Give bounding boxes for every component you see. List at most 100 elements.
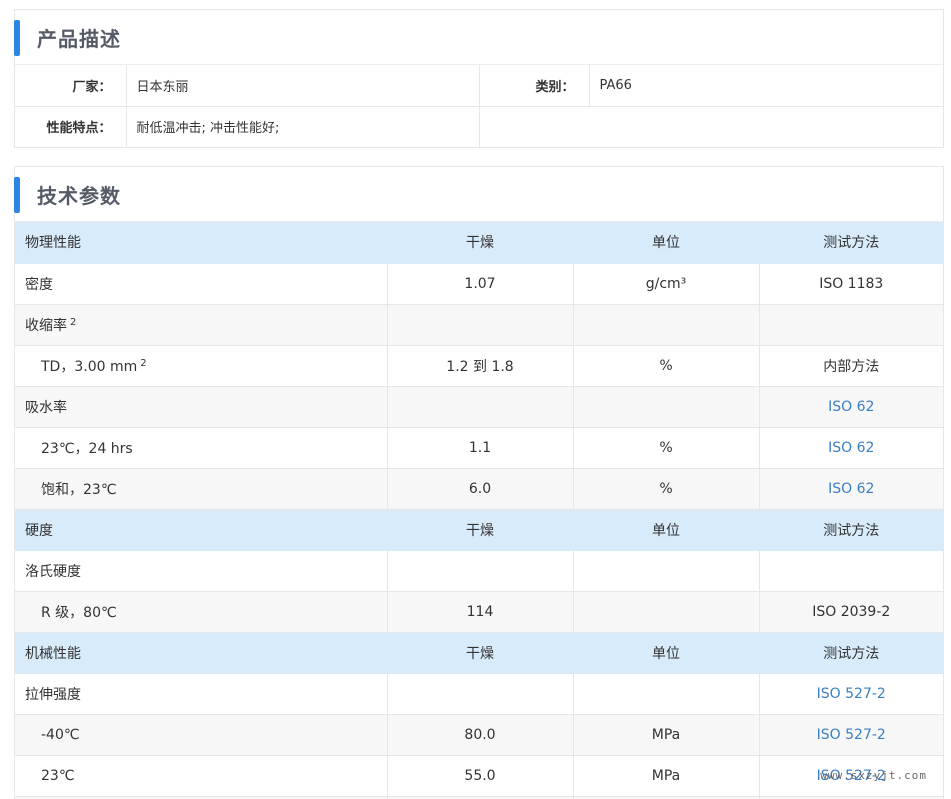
test-method-cell: 测试方法	[759, 632, 943, 674]
dry-value-cell: 干燥	[387, 509, 574, 551]
test-method-text[interactable]: ISO 527-2	[817, 727, 886, 743]
unit-cell	[573, 304, 760, 346]
description-table: 厂家： 日本东丽 类别： PA66 性能特点： 耐低温冲击; 冲击性能好;	[15, 65, 943, 147]
test-method-cell[interactable]: ISO 62	[759, 427, 943, 469]
property-cell: 拉伸强度	[15, 673, 388, 715]
section-header: 产品描述	[14, 10, 943, 65]
test-method-text[interactable]: ISO 527-2	[817, 686, 886, 702]
test-method-text: ISO 2039-2	[812, 603, 891, 620]
table-group-header: 物理性能 干燥 单位 测试方法	[15, 222, 943, 264]
test-method-text[interactable]: ISO 62	[828, 481, 874, 497]
dry-value-cell	[387, 386, 574, 428]
table-row: 密度 1.07 g/cm³ ISO 1183	[15, 263, 943, 305]
property-cell: 物理性能	[15, 222, 388, 264]
dry-value-cell: 55.0	[387, 755, 574, 797]
category-value: PA66	[589, 65, 943, 107]
dry-value-cell	[387, 550, 574, 592]
test-method-cell[interactable]: ISO 527-2	[759, 714, 943, 756]
test-method-cell[interactable]: ISO 527-2	[759, 673, 943, 715]
test-method-text[interactable]: ISO 62	[828, 399, 874, 415]
dry-value-text: 114	[466, 603, 494, 620]
table-group-header: 机械性能 干燥 单位 测试方法	[15, 632, 943, 674]
property-cell: 收缩率 2	[15, 304, 388, 346]
technical-parameters-panel: 技术参数 物理性能 干燥 单位 测试方法 密度 1.07 g/cm³ ISO 1183 收缩率 2…	[14, 166, 944, 799]
unit-text: %	[659, 439, 673, 456]
table-row: 收缩率 2	[15, 304, 943, 346]
unit-cell: MPa	[573, 755, 760, 797]
unit-cell	[573, 591, 760, 633]
unit-cell	[573, 386, 760, 428]
property-text: 吸水率	[25, 399, 67, 416]
features-label: 性能特点：	[15, 106, 127, 147]
test-method-cell	[759, 550, 943, 592]
property-cell: 密度	[15, 263, 388, 305]
unit-cell: 单位	[573, 509, 760, 551]
unit-text: MPa	[651, 726, 681, 743]
property-cell: 23℃，24 hrs	[15, 427, 388, 469]
test-method-cell[interactable]: ISO 62	[759, 468, 943, 510]
section-accent-bar	[14, 177, 20, 213]
footnote-marker: 2	[70, 316, 77, 328]
unit-text: 单位	[652, 235, 680, 252]
test-method-cell: ISO 2039-2	[759, 591, 943, 633]
unit-cell	[573, 550, 760, 592]
property-text: 密度	[25, 276, 53, 293]
dry-value-cell: 1.07	[387, 263, 574, 305]
property-text: TD，3.00 mm	[41, 358, 138, 375]
dry-value-text: 1.07	[464, 275, 496, 292]
table-row: 23℃，24 hrs 1.1% ISO 62	[15, 427, 943, 469]
property-cell: 硬度	[15, 509, 388, 551]
section-header: 技术参数	[14, 167, 943, 222]
dry-value-cell: 1.2 到 1.8	[387, 345, 574, 387]
dry-value-text: 1.2 到 1.8	[446, 358, 514, 375]
property-cell: TD，3.00 mm 2	[15, 345, 388, 387]
unit-cell	[573, 673, 760, 715]
test-method-cell: 测试方法	[759, 222, 943, 264]
unit-cell: %	[573, 468, 760, 510]
unit-text: MPa	[651, 767, 681, 784]
property-cell: -40℃	[15, 714, 388, 756]
test-method-text: 内部方法	[823, 358, 880, 375]
section-title: 技术参数	[37, 184, 121, 208]
table-row: TD，3.00 mm 2 1.2 到 1.8% 内部方法	[15, 345, 943, 387]
test-method-text: 测试方法	[823, 645, 880, 662]
table-row: 拉伸强度 ISO 527-2	[15, 673, 943, 715]
property-cell: 吸水率	[15, 386, 388, 428]
dry-value-cell: 80.0	[387, 714, 574, 756]
test-method-cell: ISO 1183	[759, 263, 943, 305]
table-row: R 级，80℃ 114 ISO 2039-2	[15, 591, 943, 633]
unit-text: 单位	[652, 645, 680, 662]
property-text: 硬度	[25, 522, 53, 539]
property-text: 收缩率	[25, 317, 67, 334]
product-description-panel: 产品描述 厂家： 日本东丽 类别： PA66 性能特点： 耐低温冲击; 冲击性能…	[14, 9, 944, 148]
footnote-marker: 2	[140, 357, 147, 369]
property-cell: R 级，80℃	[15, 591, 388, 633]
dry-value-cell: 1.1	[387, 427, 574, 469]
table-row: 23℃ 55.0 MPa ISO 527-2	[15, 755, 943, 797]
dry-value-cell: 干燥	[387, 222, 574, 264]
table-group-header: 硬度 干燥 单位 测试方法	[15, 509, 943, 551]
watermark: www.sxzyjt.com	[820, 769, 927, 782]
property-text: 饱和，23℃	[41, 481, 117, 498]
unit-text: %	[659, 357, 673, 374]
section-title: 产品描述	[37, 27, 121, 51]
property-text: 拉伸强度	[25, 686, 81, 703]
property-cell: 23℃	[15, 755, 388, 797]
table-row: 洛氏硬度	[15, 550, 943, 592]
section-accent-bar	[14, 20, 20, 56]
dry-value-cell	[387, 673, 574, 715]
dry-value-cell	[387, 304, 574, 346]
dry-value-text: 80.0	[464, 726, 496, 743]
technical-parameters-table: 物理性能 干燥 单位 测试方法 密度 1.07 g/cm³ ISO 1183 收缩率 2 TD，3.…	[15, 222, 943, 799]
dry-value-cell: 干燥	[387, 632, 574, 674]
dry-value-text: 干燥	[466, 235, 494, 252]
test-method-text: 测试方法	[823, 235, 880, 252]
property-text: 物理性能	[25, 235, 81, 252]
manufacturer-value: 日本东丽	[126, 65, 480, 107]
test-method-cell[interactable]: ISO 62	[759, 386, 943, 428]
dry-value-text: 干燥	[466, 645, 494, 662]
manufacturer-label: 厂家：	[15, 65, 127, 107]
test-method-text[interactable]: ISO 62	[828, 440, 874, 456]
table-row: 饱和，23℃ 6.0% ISO 62	[15, 468, 943, 510]
property-text: 机械性能	[25, 645, 81, 662]
